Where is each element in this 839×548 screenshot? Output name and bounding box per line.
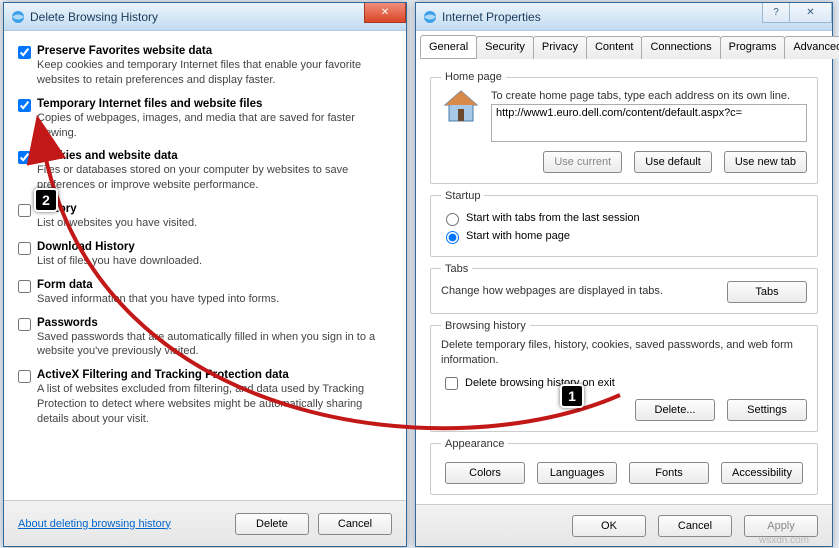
- homepage-group: Home page To create home page tabs, type…: [430, 71, 818, 184]
- history-delete-button[interactable]: Delete...: [635, 399, 715, 421]
- option-desc: Keep cookies and temporary Internet file…: [37, 58, 392, 88]
- checkbox[interactable]: [18, 46, 31, 59]
- annotation-step-2: 2: [34, 188, 58, 212]
- startup-home-page[interactable]: Start with home page: [441, 228, 807, 244]
- ie-icon: [10, 9, 26, 25]
- appearance-group: Appearance Colors Languages Fonts Access…: [430, 438, 818, 495]
- titlebar[interactable]: Delete Browsing History ✕: [4, 3, 406, 31]
- homepage-legend: Home page: [441, 71, 506, 83]
- about-link[interactable]: About deleting browsing history: [18, 518, 171, 530]
- startup-legend: Startup: [441, 190, 484, 202]
- dialog-footer: About deleting browsing history Delete C…: [4, 500, 406, 546]
- startup-last-session[interactable]: Start with tabs from the last session: [441, 210, 807, 226]
- option-desc: List of files you have downloaded.: [37, 254, 208, 269]
- tabs-group: Tabs Change how webpages are displayed i…: [430, 263, 818, 314]
- option-label: History: [37, 203, 203, 215]
- ie-icon: [422, 9, 438, 25]
- help-button[interactable]: ?: [762, 3, 790, 23]
- checkbox[interactable]: [18, 99, 31, 112]
- option-label: Temporary Internet files and website fil…: [37, 98, 392, 110]
- use-current-button[interactable]: Use current: [543, 151, 622, 173]
- delete-option-0[interactable]: Preserve Favorites website dataKeep cook…: [18, 45, 392, 88]
- homepage-url-input[interactable]: [491, 104, 807, 142]
- delete-option-5[interactable]: Form dataSaved information that you have…: [18, 279, 392, 307]
- annotation-step-1: 1: [560, 384, 584, 408]
- option-label: Preserve Favorites website data: [37, 45, 392, 57]
- option-desc: Saved passwords that are automatically f…: [37, 330, 392, 360]
- tab-content[interactable]: Content: [586, 36, 643, 59]
- cancel-button[interactable]: Cancel: [658, 515, 732, 537]
- tabs-legend: Tabs: [441, 263, 472, 275]
- fonts-button[interactable]: Fonts: [629, 462, 709, 484]
- use-default-button[interactable]: Use default: [634, 151, 712, 173]
- history-settings-button[interactable]: Settings: [727, 399, 807, 421]
- tabs-button[interactable]: Tabs: [727, 281, 807, 303]
- option-label: ActiveX Filtering and Tracking Protectio…: [37, 369, 392, 381]
- internet-properties-dialog: Internet Properties ? ✕ GeneralSecurityP…: [415, 2, 833, 547]
- checkbox[interactable]: [18, 151, 31, 164]
- tab-privacy[interactable]: Privacy: [533, 36, 587, 59]
- delete-on-exit-checkbox[interactable]: Delete browsing history on exit: [441, 374, 807, 393]
- appearance-legend: Appearance: [441, 438, 508, 450]
- option-label: Form data: [37, 279, 285, 291]
- titlebar[interactable]: Internet Properties ? ✕: [416, 3, 832, 31]
- checkbox[interactable]: [18, 280, 31, 293]
- tab-security[interactable]: Security: [476, 36, 534, 59]
- checkbox[interactable]: [18, 242, 31, 255]
- delete-option-6[interactable]: PasswordsSaved passwords that are automa…: [18, 317, 392, 360]
- option-desc: List of websites you have visited.: [37, 216, 203, 231]
- use-new-tab-button[interactable]: Use new tab: [724, 151, 807, 173]
- tabs-desc: Change how webpages are displayed in tab…: [441, 284, 663, 299]
- close-button[interactable]: ✕: [790, 3, 832, 23]
- delete-option-7[interactable]: ActiveX Filtering and Tracking Protectio…: [18, 369, 392, 427]
- dialog-title: Delete Browsing History: [30, 10, 158, 24]
- option-desc: Copies of webpages, images, and media th…: [37, 111, 392, 141]
- delete-option-3[interactable]: HistoryList of websites you have visited…: [18, 203, 392, 231]
- history-desc: Delete temporary files, history, cookies…: [441, 338, 807, 368]
- languages-button[interactable]: Languages: [537, 462, 617, 484]
- checkbox[interactable]: [18, 370, 31, 383]
- tab-programs[interactable]: Programs: [720, 36, 786, 59]
- option-label: Download History: [37, 241, 208, 253]
- watermark: wsxdn.com: [759, 535, 809, 546]
- cancel-button[interactable]: Cancel: [318, 513, 392, 535]
- delete-browsing-history-dialog: Delete Browsing History ✕ Preserve Favor…: [3, 2, 407, 547]
- option-desc: Files or databases stored on your comput…: [37, 163, 392, 193]
- dialog-title: Internet Properties: [442, 10, 541, 24]
- option-label: Cookies and website data: [37, 150, 392, 162]
- delete-option-4[interactable]: Download HistoryList of files you have d…: [18, 241, 392, 269]
- checkbox[interactable]: [18, 204, 31, 217]
- option-desc: A list of websites excluded from filteri…: [37, 382, 392, 427]
- checkbox[interactable]: [18, 318, 31, 331]
- option-desc: Saved information that you have typed in…: [37, 292, 285, 307]
- apply-button[interactable]: Apply: [744, 515, 818, 537]
- delete-option-1[interactable]: Temporary Internet files and website fil…: [18, 98, 392, 141]
- tab-general[interactable]: General: [420, 35, 477, 58]
- home-icon: [441, 89, 481, 125]
- delete-button[interactable]: Delete: [235, 513, 309, 535]
- browsing-history-group: Browsing history Delete temporary files,…: [430, 320, 818, 432]
- tab-connections[interactable]: Connections: [641, 36, 720, 59]
- ok-button[interactable]: OK: [572, 515, 646, 537]
- colors-button[interactable]: Colors: [445, 462, 525, 484]
- accessibility-button[interactable]: Accessibility: [721, 462, 803, 484]
- delete-option-2[interactable]: Cookies and website dataFiles or databas…: [18, 150, 392, 193]
- close-button[interactable]: ✕: [364, 3, 406, 23]
- option-label: Passwords: [37, 317, 392, 329]
- tab-advanced[interactable]: Advanced: [784, 36, 839, 59]
- homepage-hint: To create home page tabs, type each addr…: [491, 89, 807, 104]
- tab-strip: GeneralSecurityPrivacyContentConnections…: [420, 35, 828, 59]
- history-legend: Browsing history: [441, 320, 530, 332]
- startup-group: Startup Start with tabs from the last se…: [430, 190, 818, 257]
